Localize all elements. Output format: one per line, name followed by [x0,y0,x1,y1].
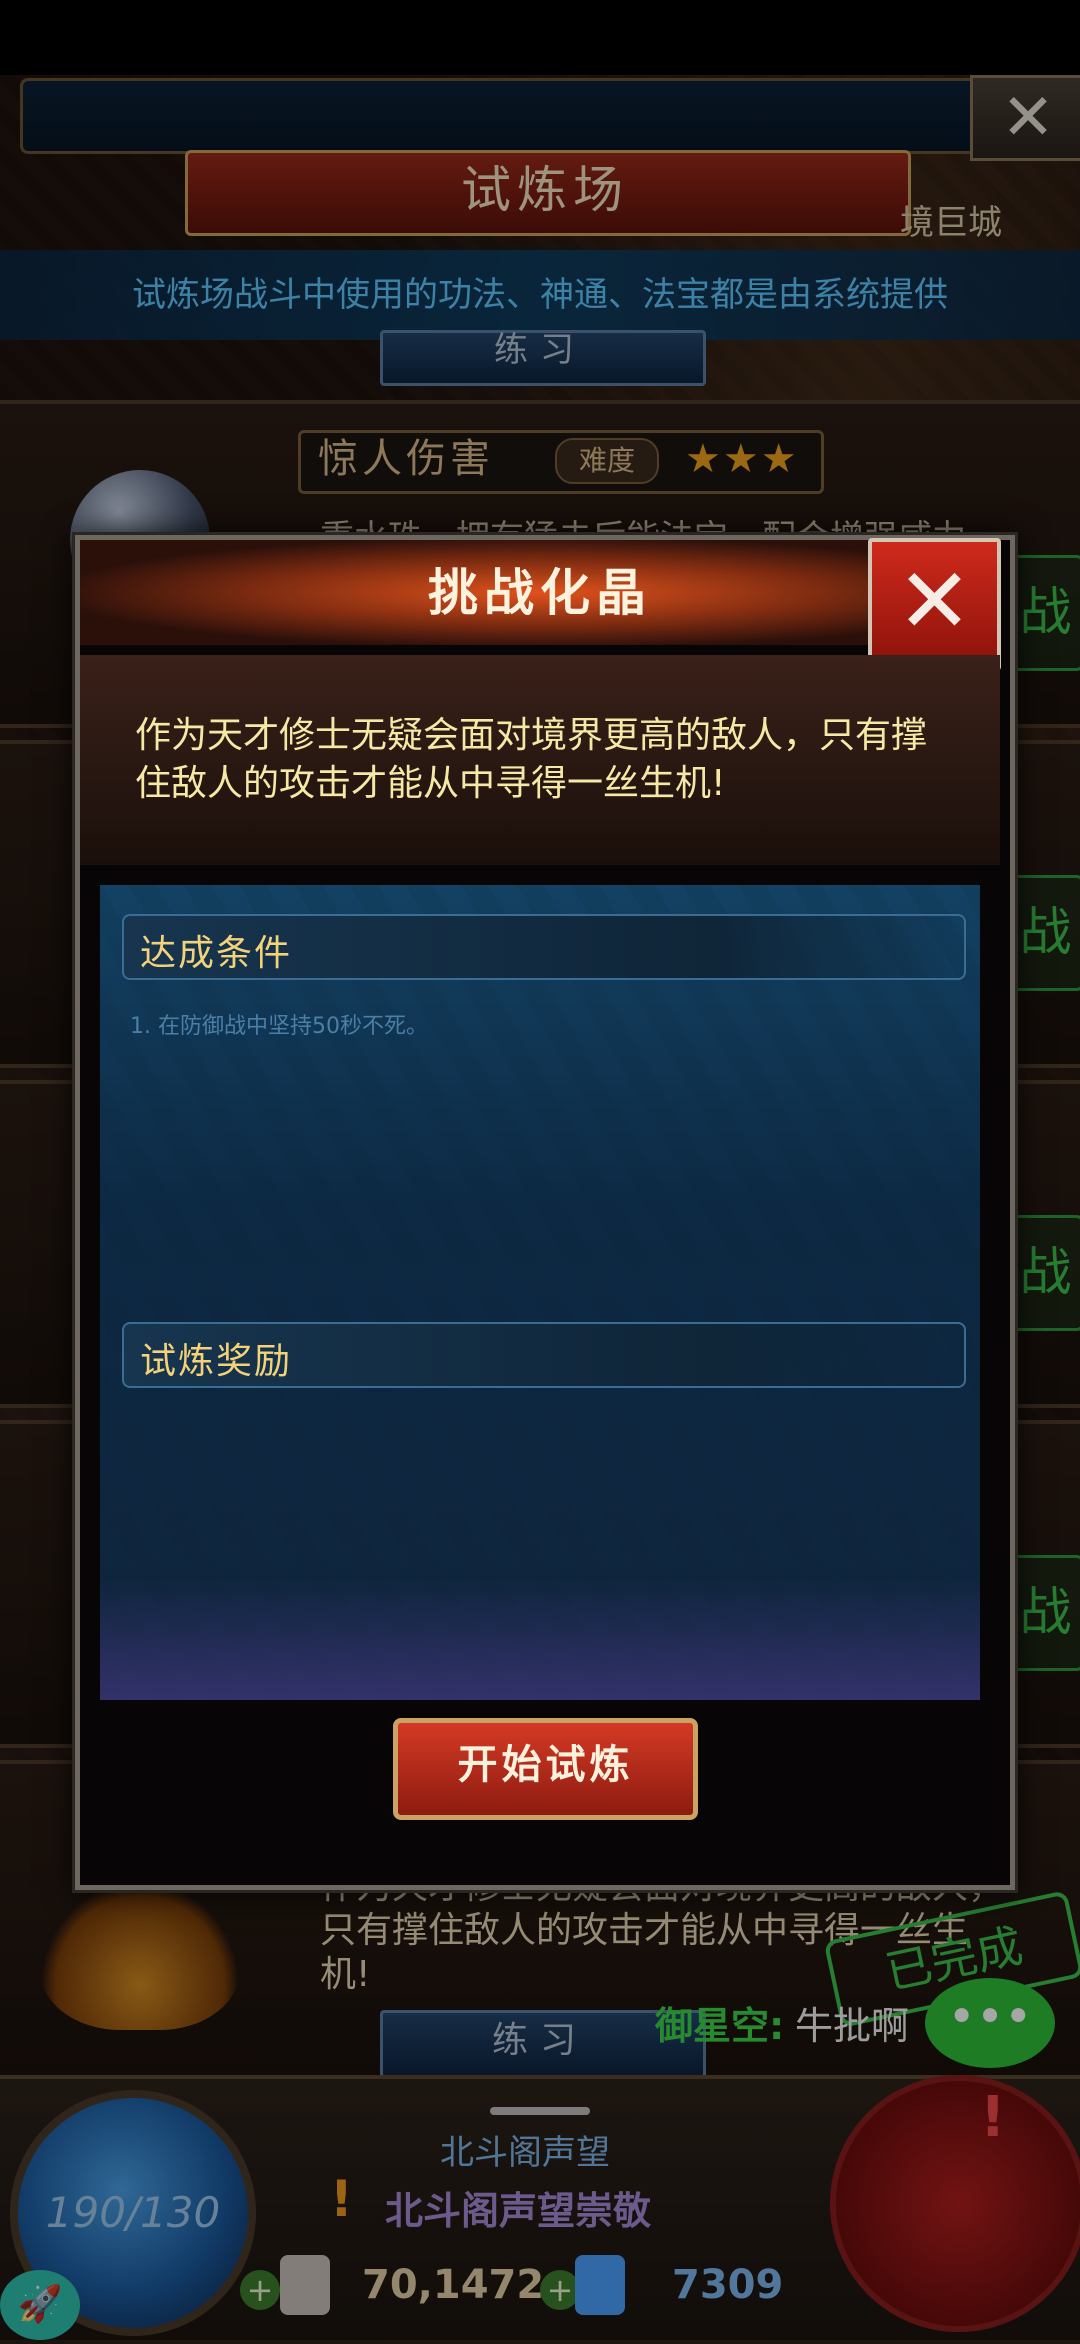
close-icon: ✕ [896,549,973,654]
conditions-heading: 达成条件 [140,933,293,974]
start-trial-button[interactable]: 开始试炼 [393,1718,698,1820]
status-bar [0,0,1080,75]
modal-close-button[interactable]: ✕ [868,538,1001,671]
modal-title: 挑战化晶 [428,563,652,622]
intro-text: 作为天才修士无疑会面对境界更高的敌人，只有撑住敌人的攻击才能从中寻得一丝生机! [135,715,928,804]
rewards-heading: 试炼奖励 [140,1341,293,1382]
condition-item: 1. 在防御战中坚持50秒不死。 [130,1014,428,1039]
